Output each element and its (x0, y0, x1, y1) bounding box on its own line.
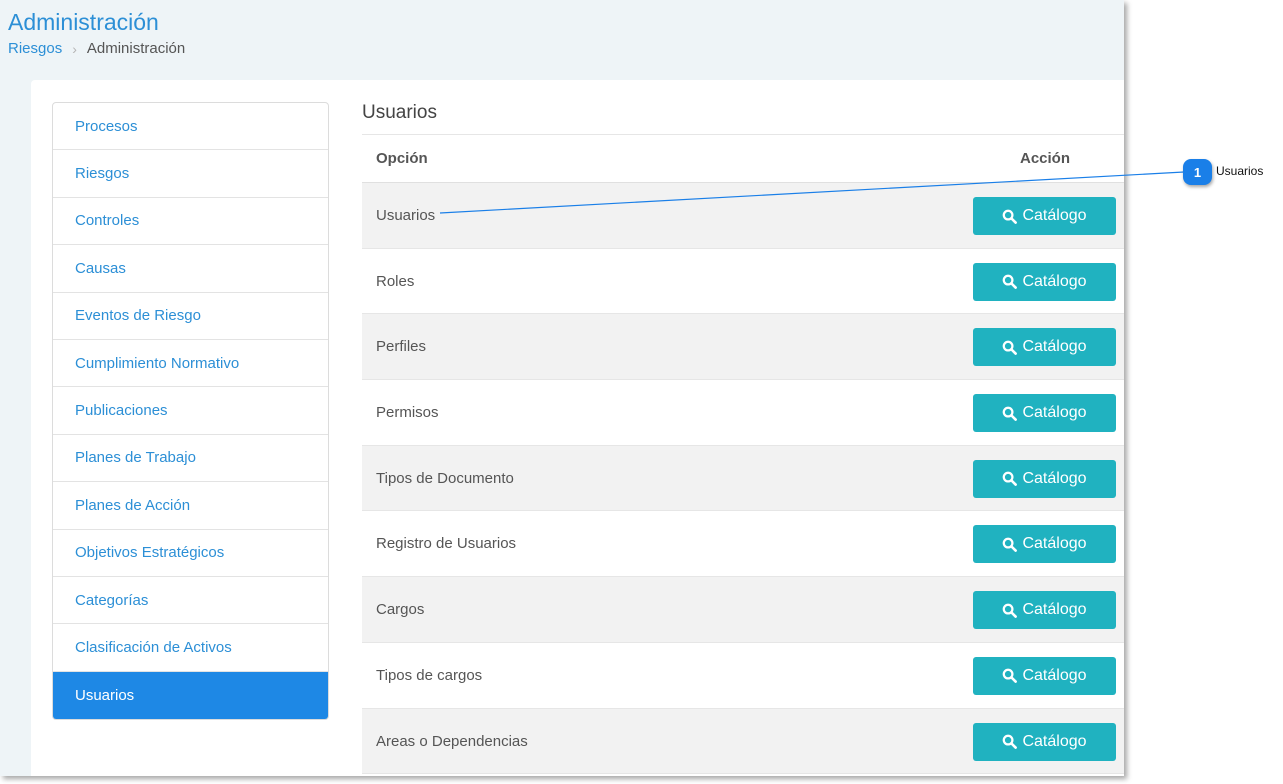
catalogo-button[interactable]: Catálogo (973, 394, 1116, 433)
breadcrumb: Riesgos › Administración (8, 40, 185, 57)
catalogo-button[interactable]: Catálogo (973, 722, 1116, 761)
catalogo-button[interactable]: Catálogo (973, 525, 1116, 564)
button-label: Catálogo (1022, 666, 1087, 684)
table-row: Cargos Catálogo (362, 577, 1124, 643)
table-body: Usuarios Catálogo Roles Catálogo Perfiles Cat… (362, 183, 1124, 775)
table-row: Perfiles Catálogo (362, 314, 1124, 381)
search-icon (1002, 734, 1022, 749)
column-header-accion: Acción (1020, 150, 1071, 167)
row-option-label: Tipos de Documento (376, 469, 514, 487)
button-label: Catálogo (1022, 601, 1087, 619)
table-header: Opción Acción (362, 135, 1124, 183)
sidebar-item-planes-de-trabajo[interactable]: Planes de Trabajo (53, 435, 328, 483)
row-option-label: Usuarios (376, 207, 436, 224)
table-row: Registro de Usuarios Catálogo (362, 511, 1124, 578)
row-option-label: Areas o Dependencias (376, 732, 528, 750)
table-row: Usuarios Catálogo (362, 183, 1124, 249)
sidebar-menu: Procesos Riesgos Controles Causas Evento… (52, 102, 329, 721)
table-row: Tipos de cargos Catálogo (362, 643, 1124, 709)
catalogo-button[interactable]: Catálogo (973, 328, 1116, 367)
search-icon (1002, 668, 1022, 684)
chevron-right-icon: › (72, 40, 77, 57)
button-label: Catálogo (1022, 404, 1087, 422)
callout-badge: 1 (1183, 159, 1212, 185)
row-option-label: Roles (376, 272, 415, 290)
main-panel: Procesos Riesgos Controles Causas Evento… (31, 80, 1124, 776)
button-label: Catálogo (1022, 272, 1087, 290)
catalogo-button[interactable]: Catálogo (973, 459, 1116, 498)
sidebar-item-eventos-de-riesgo[interactable]: Eventos de Riesgo (53, 293, 328, 340)
sidebar-item-cumplimiento-normativo[interactable]: Cumplimiento Normativo (53, 340, 328, 388)
search-icon (1002, 537, 1022, 552)
sidebar-item-controles[interactable]: Controles (53, 198, 328, 246)
app-window: Administración Riesgos › Administración … (0, 0, 1124, 776)
sidebar-item-publicaciones[interactable]: Publicaciones (53, 387, 328, 435)
sidebar-item-categorias[interactable]: Categorías (53, 577, 328, 625)
button-label: Catálogo (1022, 338, 1087, 356)
sidebar-item-riesgos[interactable]: Riesgos (53, 150, 328, 198)
search-icon (1002, 274, 1022, 290)
search-icon (1002, 471, 1022, 487)
search-icon (1002, 340, 1022, 355)
sidebar-item-planes-de-accion[interactable]: Planes de Acción (53, 482, 328, 530)
callout-label: Usuarios (1216, 164, 1264, 178)
breadcrumb-link-riesgos[interactable]: Riesgos (8, 40, 62, 57)
row-option-label: Tipos de cargos (376, 666, 483, 684)
search-icon (1002, 603, 1022, 618)
sidebar-item-procesos[interactable]: Procesos (53, 103, 328, 151)
button-label: Catálogo (1022, 469, 1087, 487)
table-row: Tipos de Documento Catálogo (362, 445, 1124, 512)
button-label: Catálogo (1022, 535, 1087, 553)
catalogo-button[interactable]: Catálogo (973, 197, 1116, 235)
button-label: Catálogo (1022, 732, 1087, 750)
table-row: Permisos Catálogo (362, 380, 1124, 446)
sidebar-item-usuarios[interactable]: Usuarios (53, 671, 328, 720)
catalogo-button[interactable]: Catálogo (973, 656, 1116, 695)
catalogo-button[interactable]: Catálogo (973, 262, 1116, 301)
page-title: Administración (8, 9, 159, 35)
search-icon (1002, 209, 1022, 224)
sidebar-item-objetivos-estrategicos[interactable]: Objetivos Estratégicos (53, 530, 328, 577)
section-title: Usuarios (362, 102, 437, 123)
table-row: Areas o Dependencias Catálogo (362, 708, 1124, 775)
sidebar-item-clasificacion-de-activos[interactable]: Clasificación de Activos (53, 624, 328, 672)
search-icon (1002, 406, 1022, 421)
table-row: Roles Catálogo (362, 249, 1124, 315)
row-option-label: Registro de Usuarios (376, 535, 517, 553)
catalogo-button[interactable]: Catálogo (973, 591, 1116, 630)
column-header-opcion: Opción (376, 150, 428, 167)
row-option-label: Permisos (376, 404, 439, 422)
breadcrumb-current: Administración (86, 40, 186, 57)
sidebar-item-causas[interactable]: Causas (53, 245, 328, 293)
button-label: Catálogo (1022, 207, 1087, 224)
row-option-label: Perfiles (376, 338, 427, 356)
row-option-label: Cargos (376, 601, 425, 619)
